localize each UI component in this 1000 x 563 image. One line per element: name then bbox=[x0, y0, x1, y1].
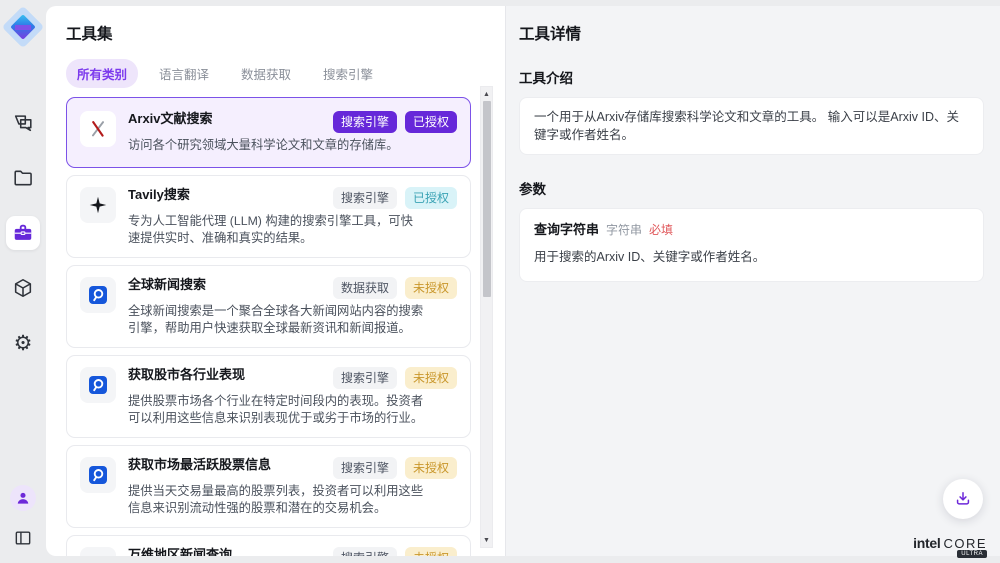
auth-status-badge: 未授权 bbox=[405, 367, 457, 389]
sidebar-item-chat[interactable] bbox=[6, 106, 40, 140]
sparkle-icon bbox=[80, 187, 116, 223]
list-scrollbar[interactable]: ▲ ▼ bbox=[480, 86, 493, 548]
sidebar-item-settings[interactable]: ⚙ bbox=[6, 326, 40, 360]
scroll-up-arrow-icon[interactable]: ▲ bbox=[481, 88, 492, 100]
tool-description: 专为人工智能代理 (LLM) 构建的搜索引擎工具，可快速提供实时、准确和真实的结… bbox=[128, 213, 424, 248]
sidebar: ⚙ bbox=[0, 0, 46, 563]
params-heading: 参数 bbox=[519, 178, 984, 198]
page-title: 工具集 bbox=[66, 22, 505, 44]
gear-icon: ⚙ bbox=[14, 333, 33, 354]
sidebar-bottom bbox=[10, 485, 36, 551]
auth-status-badge: 未授权 bbox=[405, 547, 457, 557]
intro-text: 一个用于从Arxiv存储库搜索科学论文和文章的工具。 输入可以是Arxiv ID… bbox=[534, 108, 969, 144]
intro-heading: 工具介绍 bbox=[519, 67, 984, 87]
sidebar-nav: ⚙ bbox=[6, 106, 40, 360]
tool-title: 全球新闻搜索 bbox=[128, 277, 206, 293]
tool-title: 获取市场最活跃股票信息 bbox=[128, 457, 271, 473]
tool-card-arxiv[interactable]: Arxiv文献搜索 搜索引擎 已授权 访问各个研究领域大量科学论文和文章的存储库… bbox=[66, 97, 471, 168]
tool-card-sector-performance[interactable]: 获取股市各行业表现 搜索引擎 未授权 提供股票市场各个行业在特定时间段内的表现。… bbox=[66, 355, 471, 438]
tool-card-list: Arxiv文献搜索 搜索引擎 已授权 访问各个研究领域大量科学论文和文章的存储库… bbox=[66, 97, 505, 556]
param-description: 用于搜索的Arxiv ID、关键字或作者姓名。 bbox=[534, 246, 969, 271]
tool-details-panel: 工具详情 工具介绍 一个用于从Arxiv存储库搜索科学论文和文章的工具。 输入可… bbox=[505, 6, 1000, 556]
sidebar-item-files[interactable] bbox=[6, 161, 40, 195]
param-name: 查询字符串 bbox=[534, 219, 599, 238]
tool-card-global-news[interactable]: 全球新闻搜索 数据获取 未授权 全球新闻搜索是一个聚合全球各大新闻网站内容的搜索… bbox=[66, 265, 471, 348]
toolbox-icon bbox=[12, 222, 34, 244]
app-window: ⚙ 工具集 所有类别 语 bbox=[0, 0, 1000, 563]
tool-description: 全球新闻搜索是一个聚合全球各大新闻网站内容的搜索引擎，帮助用户快速获取全球最新资… bbox=[128, 303, 424, 338]
tab-all-categories[interactable]: 所有类别 bbox=[66, 59, 138, 88]
category-badge: 数据获取 bbox=[333, 277, 397, 299]
news-icon bbox=[80, 547, 116, 557]
tool-card-tavily[interactable]: Tavily搜索 搜索引擎 已授权 专为人工智能代理 (LLM) 构建的搜索引擎… bbox=[66, 175, 471, 258]
scrollbar-thumb[interactable] bbox=[483, 101, 491, 297]
brand-series: core bbox=[943, 536, 987, 551]
category-badge: 搜索引擎 bbox=[333, 457, 397, 479]
chat-icon bbox=[12, 112, 34, 134]
download-icon bbox=[953, 489, 973, 509]
auth-status-badge: 已授权 bbox=[405, 111, 457, 133]
intel-core-logo: intel core ultra bbox=[913, 535, 987, 551]
category-badge: 搜索引擎 bbox=[333, 111, 397, 133]
category-tabs: 所有类别 语言翻译 数据获取 搜索引擎 bbox=[66, 59, 505, 88]
auth-status-badge: 已授权 bbox=[405, 187, 457, 209]
app-logo-icon bbox=[8, 12, 38, 42]
tool-list-panel: 工具集 所有类别 语言翻译 数据获取 搜索引擎 Arxiv文献搜索 bbox=[46, 6, 505, 556]
tab-data-acquisition[interactable]: 数据获取 bbox=[230, 59, 302, 88]
tool-description: 提供股票市场各个行业在特定时间段内的表现。投资者可以利用这些信息来识别表现优于或… bbox=[128, 393, 424, 428]
cube-icon bbox=[12, 277, 34, 299]
param-type: 字符串 bbox=[606, 221, 642, 238]
tool-title: Arxiv文献搜索 bbox=[128, 111, 213, 127]
user-avatar[interactable] bbox=[10, 485, 36, 511]
download-button[interactable] bbox=[943, 479, 983, 519]
search-icon bbox=[80, 367, 116, 403]
sidebar-item-plugins[interactable] bbox=[6, 271, 40, 305]
category-badge: 搜索引擎 bbox=[333, 367, 397, 389]
folder-icon bbox=[12, 167, 34, 189]
tab-search-engine[interactable]: 搜索引擎 bbox=[312, 59, 384, 88]
scroll-down-arrow-icon[interactable]: ▼ bbox=[481, 534, 492, 546]
sidebar-item-toolbox[interactable] bbox=[6, 216, 40, 250]
auth-status-badge: 未授权 bbox=[405, 457, 457, 479]
tool-card-active-stocks[interactable]: 获取市场最活跃股票信息 搜索引擎 未授权 提供当天交易量最高的股票列表，投资者可… bbox=[66, 445, 471, 528]
tool-title: 获取股市各行业表现 bbox=[128, 367, 245, 383]
brand-tier-badge: ultra bbox=[957, 550, 987, 558]
search-icon bbox=[80, 277, 116, 313]
arxiv-icon bbox=[80, 111, 116, 147]
param-required-flag: 必填 bbox=[649, 221, 673, 238]
intro-box: 一个用于从Arxiv存储库搜索科学论文和文章的工具。 输入可以是Arxiv ID… bbox=[519, 97, 984, 155]
brand-name: intel bbox=[913, 535, 940, 551]
auth-status-badge: 未授权 bbox=[405, 277, 457, 299]
tool-title: 万维地区新闻查询 bbox=[128, 547, 232, 557]
tool-description: 提供当天交易量最高的股票列表，投资者可以利用这些信息来识别流动性强的股票和潜在的… bbox=[128, 483, 424, 518]
category-badge: 搜索引擎 bbox=[333, 547, 397, 557]
person-icon bbox=[14, 489, 32, 507]
panel-toggle-button[interactable] bbox=[10, 525, 36, 551]
category-badge: 搜索引擎 bbox=[333, 187, 397, 209]
tool-title: Tavily搜索 bbox=[128, 187, 190, 203]
panel-toggle-icon bbox=[13, 528, 33, 548]
tool-description: 访问各个研究领域大量科学论文和文章的存储库。 bbox=[128, 137, 424, 155]
tool-card-regional-news[interactable]: 万维地区新闻查询 搜索引擎 未授权 查询具体行政区划内的新闻，快速了解各地新闻动 bbox=[66, 535, 471, 557]
search-icon bbox=[80, 457, 116, 493]
details-title: 工具详情 bbox=[519, 22, 984, 44]
param-box: 查询字符串 字符串 必填 用于搜索的Arxiv ID、关键字或作者姓名。 bbox=[519, 208, 984, 282]
tab-language-translation[interactable]: 语言翻译 bbox=[148, 59, 220, 88]
